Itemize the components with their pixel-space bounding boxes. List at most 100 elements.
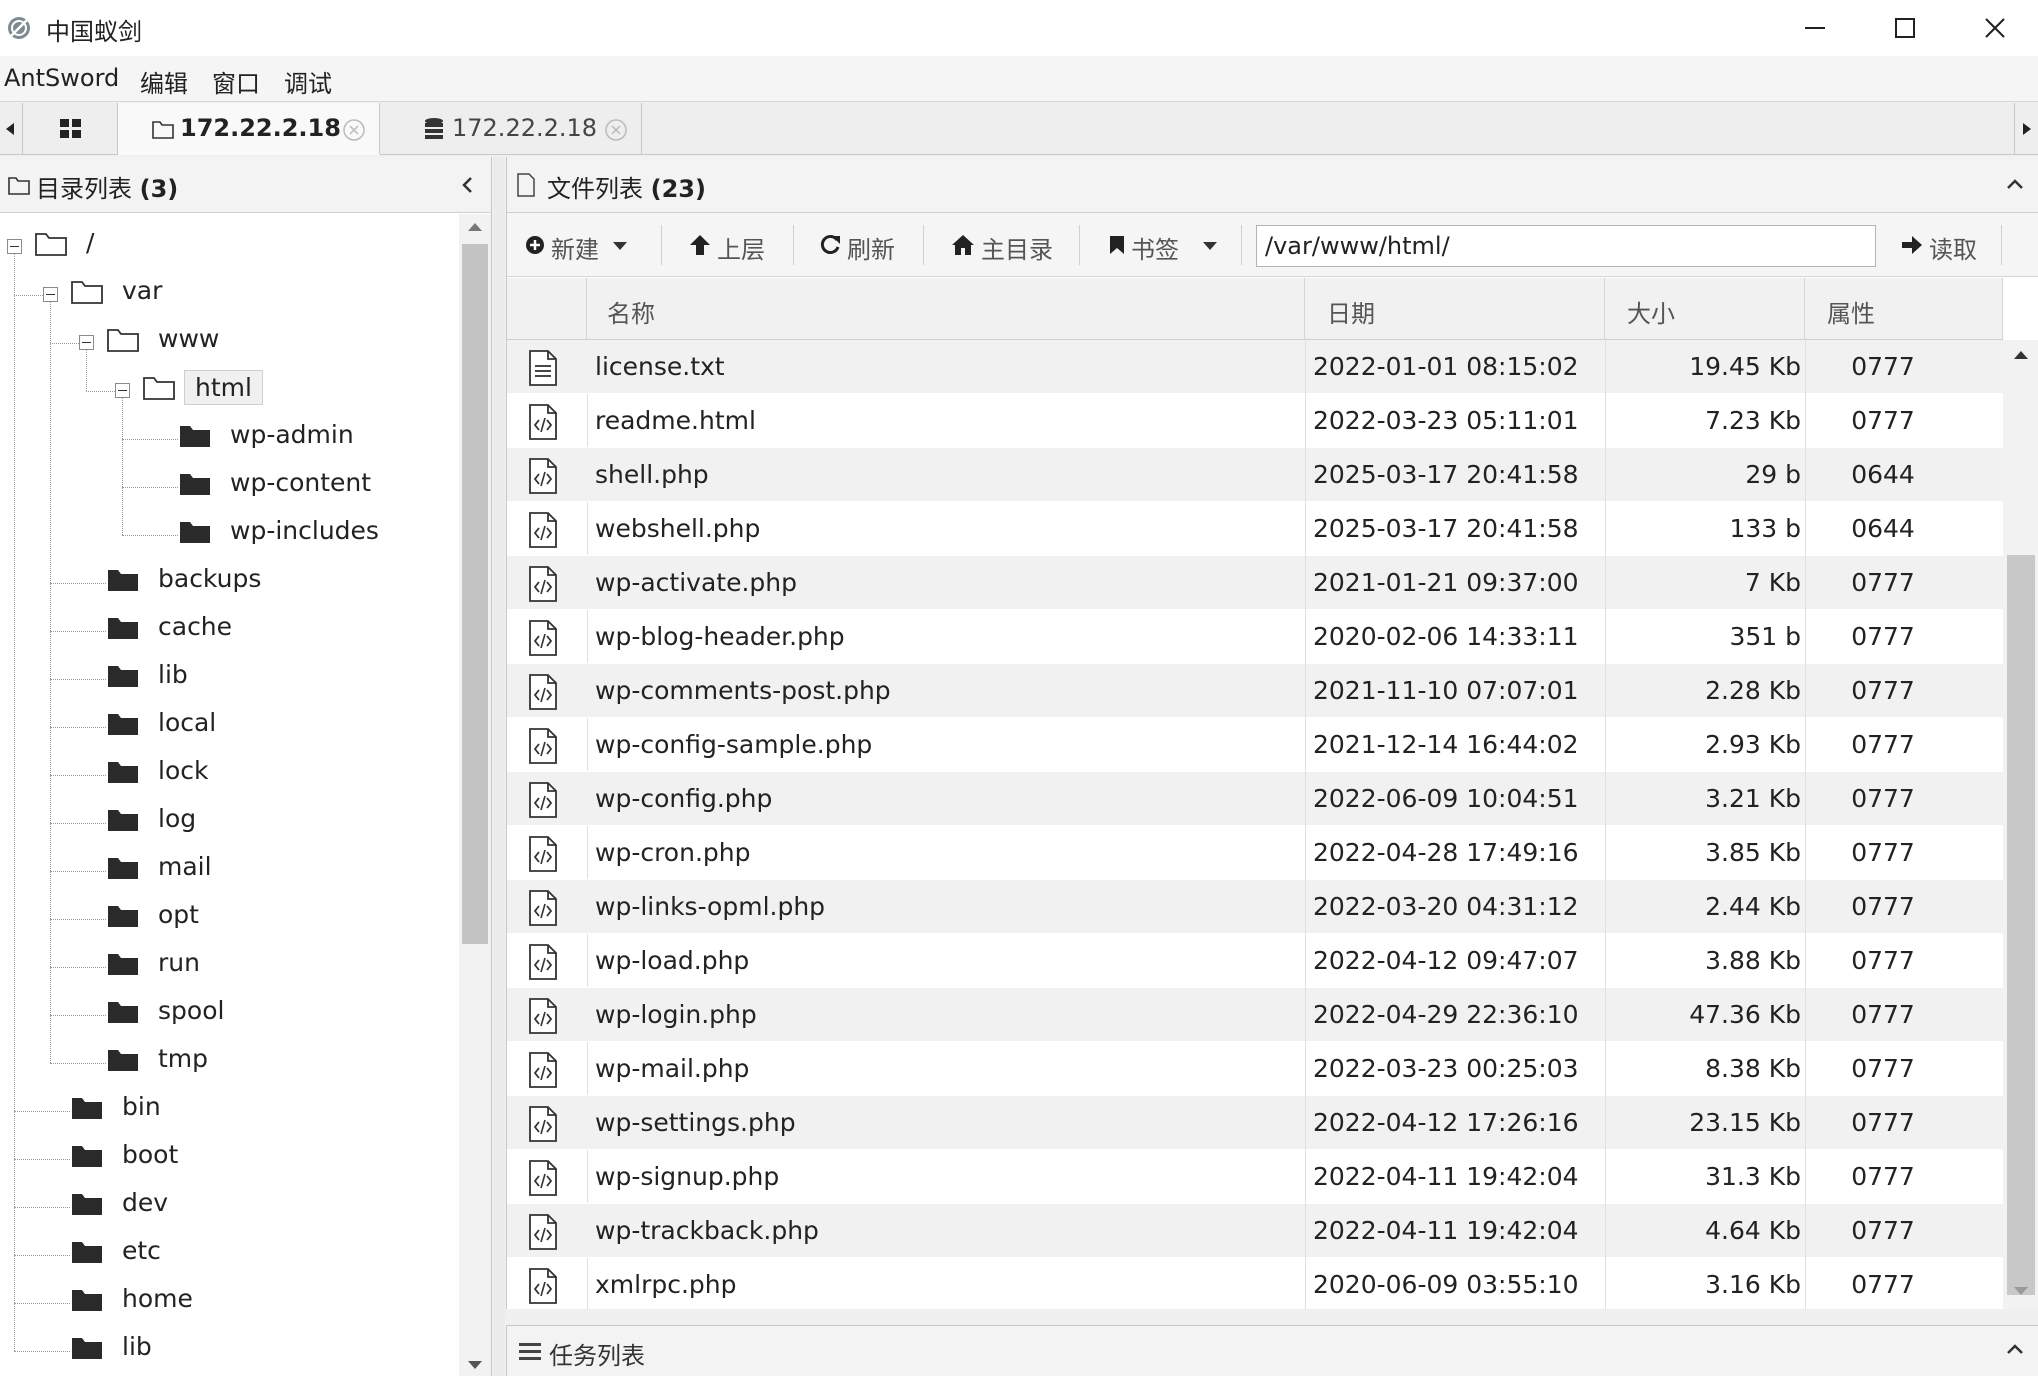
tree-node-lib[interactable]: lib <box>0 652 458 700</box>
tree-node-lib[interactable]: lib <box>0 1324 458 1372</box>
tree-node-wp-admin[interactable]: wp-admin <box>0 412 458 460</box>
tree-collapse-toggle[interactable] <box>7 239 22 254</box>
read-button[interactable]: 读取 <box>1899 213 1989 277</box>
tab-close-icon[interactable] <box>342 118 366 142</box>
close-button[interactable] <box>1950 0 2038 56</box>
home-directory-button[interactable]: 主目录 <box>949 213 1079 277</box>
tab-file-manager[interactable]: 172.22.2.18 <box>118 103 380 155</box>
tree-node-cache[interactable]: cache <box>0 604 458 652</box>
tree-node-tmp[interactable]: tmp <box>0 1036 458 1084</box>
folder-icon <box>108 618 138 639</box>
tree-node-wp-content[interactable]: wp-content <box>0 460 458 508</box>
tree-collapse-toggle[interactable] <box>115 383 130 398</box>
file-row[interactable]: xmlrpc.php 2020-06-09 03:55:10 3.16 Kb 0777 <box>507 1258 2003 1309</box>
menu-edit[interactable]: 编辑 <box>140 64 188 99</box>
tree-node-mail[interactable]: mail <box>0 844 458 892</box>
file-row[interactable]: shell.php 2025-03-17 20:41:58 29 b 0644 <box>507 448 2003 502</box>
tab-database[interactable]: 172.22.2.18 <box>380 103 642 155</box>
file-row[interactable]: license.txt 2022-01-01 08:15:02 19.45 Kb 07… <box>507 340 2003 394</box>
file-row[interactable]: wp-signup.php 2022-04-11 19:42:04 31.3 Kb 0… <box>507 1150 2003 1204</box>
file-row[interactable]: wp-mail.php 2022-03-23 00:25:03 8.38 Kb 077… <box>507 1042 2003 1096</box>
tree-node-opt[interactable]: opt <box>0 892 458 940</box>
tree-node-var[interactable]: var <box>0 268 458 316</box>
path-input[interactable] <box>1256 225 1876 267</box>
menu-window[interactable]: 窗口 <box>212 64 260 99</box>
file-attr-cell: 0777 <box>1851 1000 1915 1029</box>
tree-node-bin[interactable]: bin <box>0 1084 458 1132</box>
folder-icon <box>180 426 210 447</box>
new-button[interactable]: 新建 <box>521 213 629 277</box>
menu-antsword[interactable]: AntSword <box>4 64 119 92</box>
arrow-up-icon <box>690 235 710 255</box>
collapse-up-icon[interactable] <box>2005 175 2025 195</box>
tree-collapse-toggle[interactable] <box>43 287 58 302</box>
tab-scroll-right-button[interactable] <box>2014 103 2036 155</box>
tree-node-lock[interactable]: lock <box>0 748 458 796</box>
expand-up-icon[interactable] <box>2005 1340 2025 1360</box>
menu-debug[interactable]: 调试 <box>284 64 332 99</box>
tab-close-icon[interactable] <box>604 118 628 142</box>
maximize-button[interactable] <box>1860 0 1950 56</box>
tree-node-log[interactable]: log <box>0 796 458 844</box>
file-grid-scrollbar[interactable] <box>2003 340 2038 1309</box>
collapse-left-icon[interactable] <box>458 175 478 195</box>
file-row[interactable]: wp-activate.php 2021-01-21 09:37:00 7 Kb 07… <box>507 556 2003 610</box>
tree-node-wp-includes[interactable]: wp-includes <box>0 508 458 556</box>
tab-dashboard[interactable] <box>22 103 118 155</box>
file-row[interactable]: wp-links-opml.php 2022-03-20 04:31:12 2.44… <box>507 880 2003 934</box>
column-header-attr[interactable]: 属性 <box>1805 278 2003 340</box>
tree-node-home[interactable]: home <box>0 1276 458 1324</box>
file-row[interactable]: wp-blog-header.php 2020-02-06 14:33:11 351… <box>507 610 2003 664</box>
grid-icon <box>60 119 81 138</box>
tree-scrollbar-thumb[interactable] <box>462 244 488 944</box>
scroll-down-icon[interactable] <box>2014 1286 2028 1296</box>
column-header-date[interactable]: 日期 <box>1305 278 1605 340</box>
file-row[interactable]: readme.html 2022-03-23 05:11:01 7.23 Kb 077… <box>507 394 2003 448</box>
tree-node-backups[interactable]: backups <box>0 556 458 604</box>
file-row[interactable]: webshell.php 2025-03-17 20:41:58 133 b 0644 <box>507 502 2003 556</box>
parent-directory-button[interactable]: 上层 <box>687 213 787 277</box>
file-size-cell: 2.28 Kb <box>1705 676 1801 705</box>
file-panel-header: 文件列表 (23) <box>507 157 2038 213</box>
tree-collapse-toggle[interactable] <box>79 335 94 350</box>
scroll-up-icon[interactable] <box>468 222 482 232</box>
tree-node-html[interactable]: html <box>0 364 458 412</box>
tree-scrollbar[interactable] <box>459 214 491 1376</box>
tree-node-[interactable]: / <box>0 220 458 268</box>
tree-node-local[interactable]: local <box>0 700 458 748</box>
tab-scroll-left-button[interactable] <box>0 103 22 155</box>
bookmark-icon <box>1110 236 1124 254</box>
tree-node-dev[interactable]: dev <box>0 1180 458 1228</box>
minimize-button[interactable] <box>1770 0 1860 56</box>
scroll-up-icon[interactable] <box>2014 350 2028 360</box>
refresh-button[interactable]: 刷新 <box>817 213 917 277</box>
code-file-icon <box>529 1160 557 1196</box>
code-file-icon <box>529 782 557 818</box>
bookmark-button[interactable]: 书签 <box>1105 213 1225 277</box>
column-header-size[interactable]: 大小 <box>1605 278 1805 340</box>
code-file-icon <box>529 566 557 602</box>
column-header-name[interactable]: 名称 <box>587 278 1305 340</box>
tree-node-boot[interactable]: boot <box>0 1132 458 1180</box>
file-row[interactable]: wp-comments-post.php 2021-11-10 07:07:01 2… <box>507 664 2003 718</box>
tree-node-www[interactable]: www <box>0 316 458 364</box>
tree-node-spool[interactable]: spool <box>0 988 458 1036</box>
file-row[interactable]: wp-config-sample.php 2021-12-14 16:44:02 2… <box>507 718 2003 772</box>
file-row[interactable]: wp-load.php 2022-04-12 09:47:07 3.88 Kb 077… <box>507 934 2003 988</box>
folder-icon <box>108 906 138 927</box>
file-row[interactable]: wp-config.php 2022-06-09 10:04:51 3.21 Kb 0… <box>507 772 2003 826</box>
close-icon <box>1985 18 2005 38</box>
file-row[interactable]: wp-cron.php 2022-04-28 17:49:16 3.85 Kb 077… <box>507 826 2003 880</box>
file-size-cell: 47.36 Kb <box>1689 1000 1801 1029</box>
file-row[interactable]: wp-settings.php 2022-04-12 17:26:16 23.15 … <box>507 1096 2003 1150</box>
file-row[interactable]: wp-trackback.php 2022-04-11 19:42:04 4.64 … <box>507 1204 2003 1258</box>
file-row[interactable]: wp-login.php 2022-04-29 22:36:10 47.36 Kb 0… <box>507 988 2003 1042</box>
tree-node-etc[interactable]: etc <box>0 1228 458 1276</box>
file-grid-scrollbar-thumb[interactable] <box>2007 555 2035 1295</box>
tree-node-run[interactable]: run <box>0 940 458 988</box>
file-size-cell: 2.44 Kb <box>1705 892 1801 921</box>
panel-splitter[interactable] <box>493 157 505 1376</box>
file-date-cell: 2020-02-06 14:33:11 <box>1313 622 1579 651</box>
tree-node-label: wp-content <box>230 468 372 497</box>
scroll-down-icon[interactable] <box>468 1360 482 1370</box>
